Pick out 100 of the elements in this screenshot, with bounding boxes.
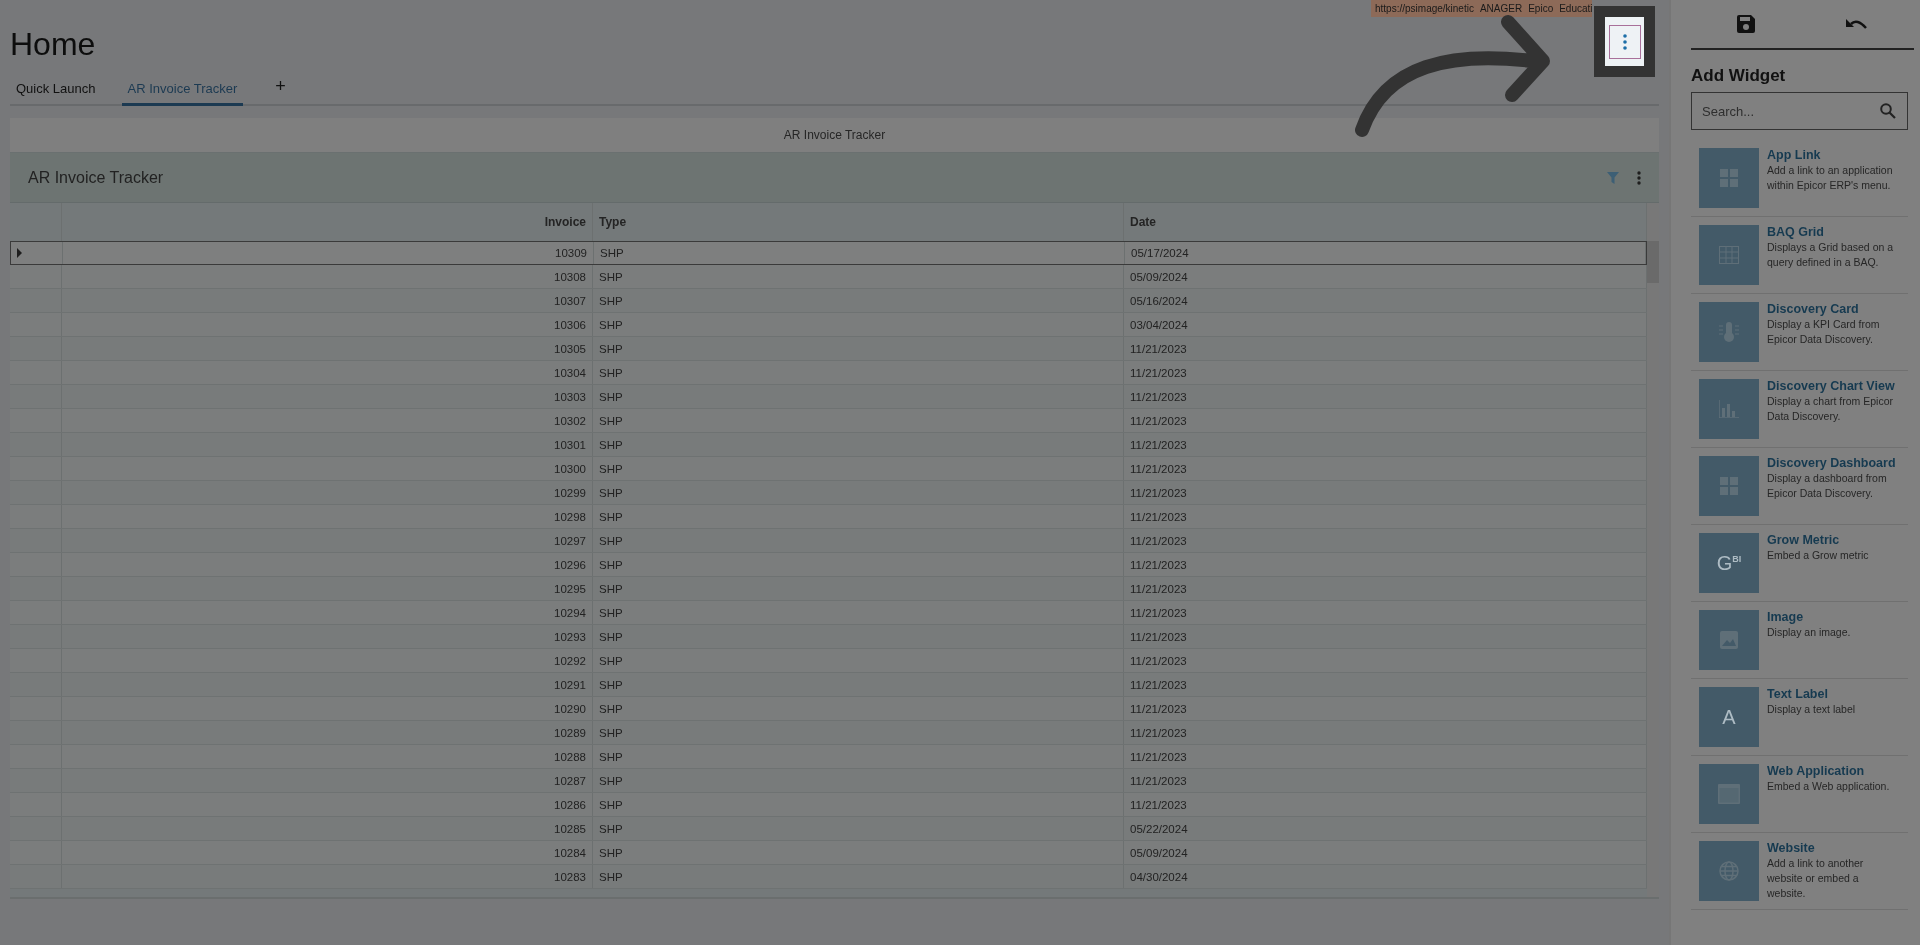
- table-row[interactable]: 10296 SHP 11/21/2023: [10, 553, 1647, 577]
- table-cell: 10284: [554, 846, 586, 859]
- table-cell: 10283: [554, 870, 586, 883]
- table-row[interactable]: 10292 SHP 11/21/2023: [10, 649, 1647, 673]
- more-icon[interactable]: [1637, 170, 1641, 185]
- table-cell: SHP: [599, 294, 623, 307]
- table-cell: 03/04/2024: [1130, 318, 1188, 331]
- table-row[interactable]: 10304 SHP 11/21/2023: [10, 361, 1647, 385]
- widget-item[interactable]: Discovery Chart View Display a chart from Epicor Data Discovery.: [1691, 371, 1908, 448]
- table-cell: 10287: [554, 774, 586, 787]
- widget-item[interactable]: A Text Label Display a text label: [1691, 679, 1908, 756]
- widget-item[interactable]: App Link Add a link to an application within Epicor ERP's menu.: [1691, 140, 1908, 217]
- table-cell: 11/21/2023: [1130, 534, 1187, 547]
- widget-item[interactable]: Image Display an image.: [1691, 602, 1908, 679]
- widget-item[interactable]: Website Add a link to another website or embed a website.: [1691, 833, 1908, 910]
- row-pointer-icon: [17, 248, 22, 258]
- widget-item[interactable]: G$^{BI}$ Grow Metric Embed a Grow metric: [1691, 525, 1908, 602]
- table-cell: SHP: [599, 438, 623, 451]
- table-row[interactable]: 10300 SHP 11/21/2023: [10, 457, 1647, 481]
- table-row[interactable]: 10283 SHP 04/30/2024: [10, 865, 1647, 889]
- table-cell: SHP: [599, 342, 623, 355]
- save-icon[interactable]: [1736, 15, 1755, 33]
- table-row[interactable]: 10291 SHP 11/21/2023: [10, 673, 1647, 697]
- table-cell: 10290: [554, 702, 586, 715]
- table-row[interactable]: 10303 SHP 11/21/2023: [10, 385, 1647, 409]
- table-cell: 10291: [554, 678, 586, 691]
- table-row[interactable]: 10293 SHP 11/21/2023: [10, 625, 1647, 649]
- bar-chart-icon: [1719, 400, 1739, 418]
- address-text: ANAGER: [1479, 3, 1523, 14]
- table-cell: 05/09/2024: [1130, 270, 1188, 283]
- widget-description: Embed a Web application.: [1767, 779, 1890, 794]
- address-text: https://psimage/kinetic: [1375, 3, 1474, 14]
- table-row[interactable]: 10301 SHP 11/21/2023: [10, 433, 1647, 457]
- widget-description: Display an image.: [1767, 625, 1851, 640]
- table-row[interactable]: 10306 SHP 03/04/2024: [10, 313, 1647, 337]
- table-cell: 10285: [554, 822, 586, 835]
- table-row[interactable]: 10307 SHP 05/16/2024: [10, 289, 1647, 313]
- table-cell: 10298: [554, 510, 586, 523]
- table-row[interactable]: 10288 SHP 11/21/2023: [10, 745, 1647, 769]
- table-row[interactable]: 10286 SHP 11/21/2023: [10, 793, 1647, 817]
- widget-description: Display a dashboard from Epicor Data Discovery.: [1767, 471, 1888, 501]
- table-row[interactable]: 10290 SHP 11/21/2023: [10, 697, 1647, 721]
- table-cell: 11/21/2023: [1130, 558, 1187, 571]
- table-cell: 11/21/2023: [1130, 654, 1187, 667]
- table-cell: 10302: [554, 414, 586, 427]
- add-tab-button[interactable]: +: [267, 74, 294, 106]
- table-row[interactable]: 10289 SHP 11/21/2023: [10, 721, 1647, 745]
- table-row[interactable]: 10308 SHP 05/09/2024: [10, 265, 1647, 289]
- search-field[interactable]: Search...: [1691, 92, 1908, 130]
- table-row[interactable]: 10295 SHP 11/21/2023: [10, 577, 1647, 601]
- table-cell: 10286: [554, 798, 586, 811]
- scrollbar-thumb[interactable]: [1647, 241, 1659, 283]
- table-cell: SHP: [599, 486, 623, 499]
- table-row[interactable]: 10298 SHP 11/21/2023: [10, 505, 1647, 529]
- table-cell: 11/21/2023: [1130, 702, 1187, 715]
- table-cell: 10296: [554, 558, 586, 571]
- more-options-button[interactable]: [1608, 24, 1641, 59]
- widget-description: Add a link to another website or embed a website.: [1767, 856, 1865, 901]
- table-row[interactable]: 10302 SHP 11/21/2023: [10, 409, 1647, 433]
- table-row[interactable]: 10297 SHP 11/21/2023: [10, 529, 1647, 553]
- widget-item[interactable]: Web Application Embed a Web application.: [1691, 756, 1908, 833]
- table-row[interactable]: 10305 SHP 11/21/2023: [10, 337, 1647, 361]
- search-icon[interactable]: [1880, 103, 1896, 119]
- table-cell: 11/21/2023: [1130, 798, 1187, 811]
- table-row[interactable]: 10294 SHP 11/21/2023: [10, 601, 1647, 625]
- tab[interactable]: AR Invoice Tracker: [121, 75, 244, 106]
- more-icon: [1622, 33, 1627, 50]
- table-cell: SHP: [599, 678, 623, 691]
- table-cell: SHP: [599, 750, 623, 763]
- table-cell: SHP: [599, 630, 623, 643]
- table-cell: 11/21/2023: [1130, 774, 1187, 787]
- table-cell: 11/21/2023: [1130, 510, 1187, 523]
- table-row[interactable]: 10285 SHP 05/22/2024: [10, 817, 1647, 841]
- table-cell: 10309: [555, 247, 587, 259]
- grid-icon: [1719, 246, 1739, 264]
- widget-title: Discovery Dashboard: [1767, 456, 1897, 471]
- table-cell: 10289: [554, 726, 586, 739]
- widget-title: Web Application: [1767, 764, 1866, 779]
- table-cell: SHP: [599, 822, 623, 835]
- table-cell: SHP: [599, 366, 623, 379]
- widget-item[interactable]: BAQ Grid Displays a Grid based on a query defined in a BAQ.: [1691, 217, 1908, 294]
- table-cell: 10293: [554, 630, 586, 643]
- widget-item[interactable]: Discovery Card Display a KPI Card from Epicor Data Discovery.: [1691, 294, 1908, 371]
- widget-title: Grow Metric: [1767, 533, 1841, 548]
- table-row[interactable]: 10299 SHP 11/21/2023: [10, 481, 1647, 505]
- table-cell: 10294: [554, 606, 586, 619]
- widget-item[interactable]: Discovery Dashboard Display a dashboard from Epicor Data Discovery.: [1691, 448, 1908, 525]
- table-cell: 10306: [554, 318, 586, 331]
- table-cell: SHP: [599, 870, 623, 883]
- tab[interactable]: Quick Launch: [10, 75, 102, 106]
- widget-title: Text Label: [1767, 687, 1829, 702]
- table-row[interactable]: 10287 SHP 11/21/2023: [10, 769, 1647, 793]
- table-cell: 11/21/2023: [1130, 726, 1187, 739]
- table-cell: SHP: [599, 846, 623, 859]
- table-cell: 10299: [554, 486, 586, 499]
- table-row[interactable]: 10309 SHP 05/17/2024: [10, 241, 1647, 265]
- widget-description: Display a KPI Card from Epicor Data Discovery.: [1767, 317, 1881, 347]
- undo-icon[interactable]: [1846, 17, 1869, 31]
- thermometer-icon: [1719, 322, 1739, 342]
- table-row[interactable]: 10284 SHP 05/09/2024: [10, 841, 1647, 865]
